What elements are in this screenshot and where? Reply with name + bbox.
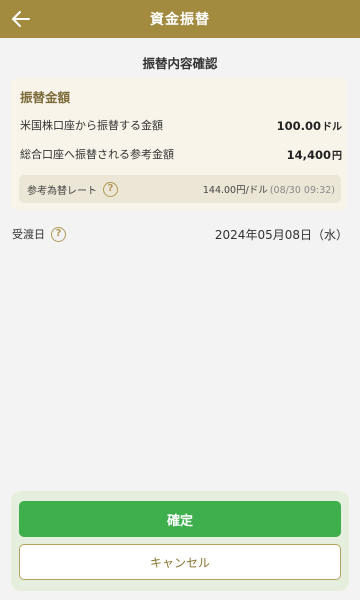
confirm-button[interactable]: 確定	[19, 501, 341, 537]
card-heading: 振替金額	[20, 90, 71, 105]
cancel-button[interactable]: キャンセル	[19, 544, 341, 580]
settlement-date-row: 受渡日? 2024年05月08日（水）	[12, 224, 348, 244]
transfer-from-value: 100.00ドル	[276, 118, 342, 133]
arrow-left-icon	[12, 11, 30, 27]
exchange-rate-unit: 円/ドル	[236, 185, 268, 196]
help-icon[interactable]: ?	[51, 226, 66, 242]
settlement-date-value: 2024年05月08日（水）	[214, 227, 348, 242]
app-header: 資金振替	[0, 0, 360, 38]
settlement-date-label: 受渡日?	[12, 226, 66, 242]
transfer-to-row: 総合口座へ振替される参考金額 14,400円	[20, 145, 342, 163]
transfer-to-value: 14,400円	[286, 147, 342, 162]
transfer-from-row: 米国株口座から振替する金額 100.00ドル	[20, 116, 342, 134]
transfer-to-label: 総合口座へ振替される参考金額	[20, 148, 174, 161]
exchange-rate-value: 144.00円/ドル (08/30 09:32)	[202, 185, 335, 196]
transfer-from-unit: ドル	[322, 121, 342, 133]
exchange-rate-box: 参考為替レート ? 144.00円/ドル (08/30 09:32)	[19, 175, 341, 203]
transfer-to-unit: 円	[332, 150, 342, 162]
help-icon[interactable]: ?	[103, 181, 118, 197]
back-button[interactable]	[8, 7, 34, 31]
page-title: 資金振替	[150, 12, 210, 28]
section-title: 振替内容確認	[142, 56, 218, 71]
transfer-amount-card: 振替金額 米国株口座から振替する金額 100.00ドル 総合口座へ振替される参考…	[11, 78, 347, 210]
transfer-from-label: 米国株口座から振替する金額	[20, 119, 163, 132]
exchange-rate-timestamp: (08/30 09:32)	[269, 185, 335, 196]
action-footer: 確定 キャンセル	[11, 491, 349, 591]
exchange-rate-label: 参考為替レート	[27, 185, 97, 197]
